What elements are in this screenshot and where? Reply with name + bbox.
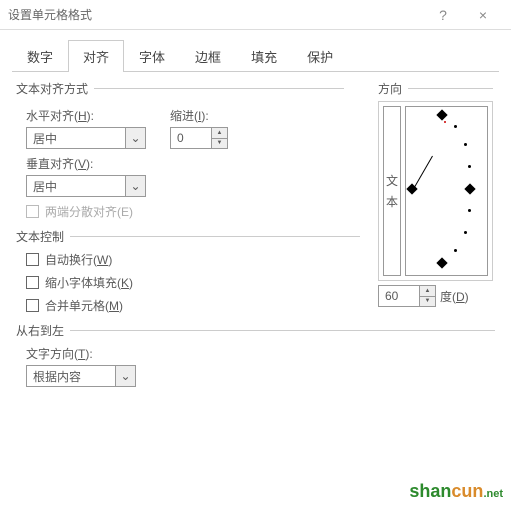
spinner-up-icon[interactable]: ▲ — [420, 286, 435, 297]
spinner-up-icon[interactable]: ▲ — [212, 128, 227, 139]
orient-vertical-text[interactable]: 文 本 — [383, 106, 401, 276]
align-section-label: 文本对齐方式 — [16, 80, 88, 97]
rtl-section-label: 从右到左 — [16, 322, 64, 339]
textctrl-section-label: 文本控制 — [16, 228, 64, 245]
shrink-label: 缩小字体填充(K) — [45, 274, 133, 291]
wrap-checkbox[interactable] — [26, 253, 39, 266]
help-button[interactable]: ? — [423, 7, 463, 23]
v-align-select[interactable]: 居中 ⌄ — [26, 175, 146, 197]
tab-align[interactable]: 对齐 — [68, 40, 124, 72]
orient-dial[interactable] — [405, 106, 488, 276]
wrap-label: 自动换行(W) — [45, 251, 112, 268]
titlebar: 设置单元格格式 ? × — [0, 0, 511, 30]
merge-checkbox[interactable] — [26, 299, 39, 312]
watermark: shancun.net — [409, 481, 503, 502]
tab-bar: 数字 对齐 字体 边框 填充 保护 — [12, 40, 499, 72]
chevron-down-icon: ⌄ — [125, 128, 145, 148]
indent-label: 缩进(I): — [170, 107, 228, 124]
merge-label: 合并单元格(M) — [45, 297, 123, 314]
indent-spinner[interactable]: 0 ▲▼ — [170, 127, 228, 149]
degree-label: 度(D) — [440, 288, 469, 305]
tab-fill[interactable]: 填充 — [236, 40, 292, 72]
spinner-down-icon[interactable]: ▼ — [212, 139, 227, 149]
tab-font[interactable]: 字体 — [124, 40, 180, 72]
tab-border[interactable]: 边框 — [180, 40, 236, 72]
close-button[interactable]: × — [463, 7, 503, 23]
tab-protect[interactable]: 保护 — [292, 40, 348, 72]
shrink-checkbox[interactable] — [26, 276, 39, 289]
chevron-down-icon: ⌄ — [125, 176, 145, 196]
tab-number[interactable]: 数字 — [12, 40, 68, 72]
window-title: 设置单元格格式 — [8, 6, 423, 23]
orient-needle — [412, 156, 433, 192]
h-align-select[interactable]: 居中 ⌄ — [26, 127, 146, 149]
chevron-down-icon: ⌄ — [115, 366, 135, 386]
spinner-down-icon[interactable]: ▼ — [420, 297, 435, 307]
degree-spinner[interactable]: 60 ▲▼ — [378, 285, 436, 307]
justify-checkbox — [26, 205, 39, 218]
dir-select[interactable]: 根据内容 ⌄ — [26, 365, 136, 387]
orient-section-label: 方向 — [378, 80, 402, 97]
dir-label: 文字方向(T): — [26, 345, 495, 362]
justify-label: 两端分散对齐(E) — [45, 203, 133, 220]
h-align-label: 水平对齐(H): — [26, 107, 146, 124]
